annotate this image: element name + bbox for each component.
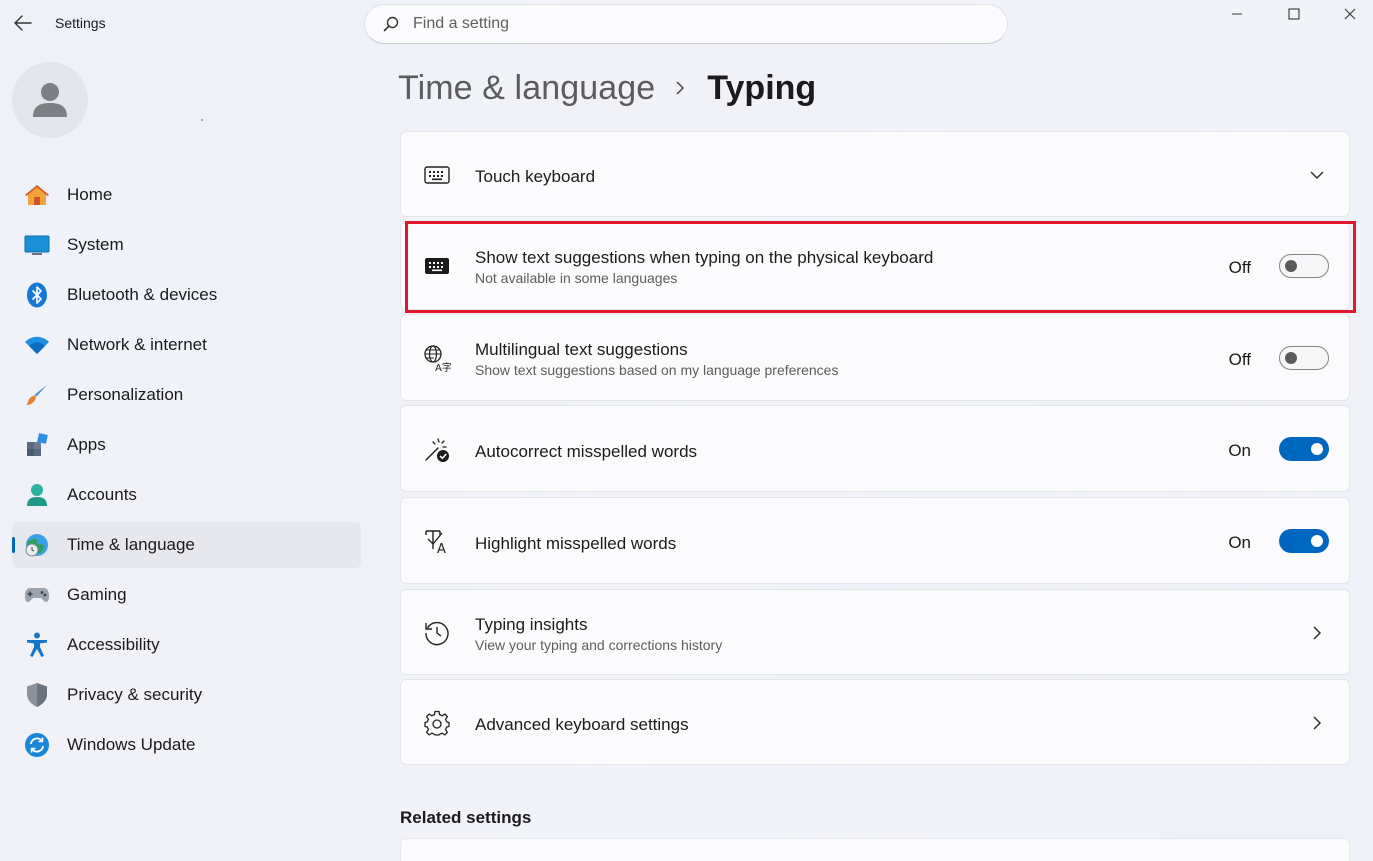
text-suggestions-title: Show text suggestions when typing on the…: [475, 248, 934, 267]
title-bar: Settings: [0, 0, 1373, 48]
back-arrow-icon: [14, 15, 32, 31]
sidebar-item-accessibility[interactable]: Accessibility: [12, 622, 361, 668]
sidebar-item-apps[interactable]: Apps: [12, 422, 361, 468]
autocorrect-row: Autocorrect misspelled words On: [400, 405, 1350, 492]
multilingual-title: Multilingual text suggestions: [475, 340, 688, 359]
touch-keyboard-row[interactable]: Touch keyboard: [400, 131, 1350, 217]
wifi-icon: [24, 332, 50, 358]
breadcrumb: Time & language Typing: [398, 66, 816, 110]
maximize-button[interactable]: [1271, 0, 1317, 28]
search-input[interactable]: [413, 15, 973, 33]
gamepad-icon: [24, 582, 50, 608]
highlight-row: A Highlight misspelled words On: [400, 497, 1350, 584]
toggle-knob: [1311, 443, 1323, 455]
spellcheck-icon: A: [423, 527, 451, 555]
minimize-icon: [1232, 13, 1242, 15]
sidebar-item-accounts[interactable]: Accounts: [12, 472, 361, 518]
app-title: Settings: [55, 15, 106, 31]
search-box[interactable]: [364, 4, 1008, 44]
language-icon: A字: [423, 344, 451, 372]
autocorrect-state: On: [1228, 441, 1251, 460]
history-icon: [423, 619, 451, 647]
close-button[interactable]: [1327, 0, 1373, 28]
advanced-keyboard-row[interactable]: Advanced keyboard settings: [400, 679, 1350, 765]
multilingual-subtitle: Show text suggestions based on my langua…: [475, 362, 839, 378]
highlight-title: Highlight misspelled words: [475, 534, 677, 553]
sidebar-item-bluetooth[interactable]: Bluetooth & devices: [12, 272, 361, 318]
text-suggestions-row: Show text suggestions when typing on the…: [400, 222, 1350, 310]
toggle-knob: [1285, 260, 1297, 272]
home-icon: [24, 182, 50, 208]
sidebar-item-windows-update[interactable]: Windows Update: [12, 722, 361, 768]
text-suggestions-state: Off: [1228, 258, 1251, 277]
globe-clock-icon: [24, 532, 50, 558]
svg-text:A: A: [437, 542, 446, 555]
text-suggestions-toggle[interactable]: [1279, 254, 1329, 278]
sidebar-item-home[interactable]: Home: [12, 172, 361, 218]
sidebar-item-time-language[interactable]: Time & language: [12, 522, 361, 568]
related-settings-heading: Related settings: [400, 808, 532, 827]
keyboard-icon: [423, 161, 451, 189]
sidebar-item-system[interactable]: System: [12, 222, 361, 268]
sidebar-item-privacy[interactable]: Privacy & security: [12, 672, 361, 718]
breadcrumb-parent[interactable]: Time & language: [398, 69, 655, 108]
autocorrect-toggle[interactable]: [1279, 437, 1329, 461]
text-suggestions-subtitle: Not available in some languages: [475, 270, 678, 286]
search-icon: [381, 14, 401, 34]
apps-icon: [24, 432, 50, 458]
chevron-right-icon: [1307, 623, 1327, 643]
maximize-icon: [1288, 8, 1300, 20]
typing-insights-title: Typing insights: [475, 615, 588, 634]
svg-text:A字: A字: [435, 361, 451, 372]
toggle-knob: [1311, 535, 1323, 547]
avatar[interactable]: [12, 62, 88, 138]
multilingual-state: Off: [1228, 350, 1251, 369]
highlight-state: On: [1228, 533, 1251, 552]
multilingual-toggle[interactable]: [1279, 346, 1329, 370]
typing-insights-row[interactable]: Typing insights View your typing and cor…: [400, 589, 1350, 675]
advanced-keyboard-title: Advanced keyboard settings: [475, 715, 689, 734]
system-icon: [24, 232, 50, 258]
multilingual-row: A字 Multilingual text suggestions Show te…: [400, 314, 1350, 401]
chevron-right-icon: [1307, 713, 1327, 733]
accessibility-icon: [24, 632, 50, 658]
update-icon: [24, 732, 50, 758]
back-button[interactable]: [8, 8, 38, 38]
bluetooth-icon: [24, 282, 50, 308]
keyboard-filled-icon: [423, 252, 451, 280]
touch-keyboard-title: Touch keyboard: [475, 167, 596, 186]
highlight-toggle[interactable]: [1279, 529, 1329, 553]
person-icon: [33, 83, 67, 117]
shield-icon: [24, 682, 50, 708]
typing-insights-subtitle: View your typing and corrections history: [475, 637, 723, 653]
brush-icon: [24, 382, 50, 408]
chevron-down-icon[interactable]: [1307, 165, 1327, 185]
sidebar-item-network[interactable]: Network & internet: [12, 322, 361, 368]
account-name-placeholder: [201, 119, 203, 121]
chevron-right-icon: [675, 80, 685, 96]
page-title: Typing: [707, 68, 817, 107]
sidebar-item-gaming[interactable]: Gaming: [12, 572, 361, 618]
minimize-button[interactable]: [1214, 0, 1260, 28]
autocorrect-icon: [423, 436, 451, 464]
sidebar-item-personalization[interactable]: Personalization: [12, 372, 361, 418]
close-icon: [1344, 8, 1356, 20]
autocorrect-title: Autocorrect misspelled words: [475, 442, 698, 461]
gear-icon: [423, 709, 451, 737]
accounts-icon: [24, 482, 50, 508]
toggle-knob: [1285, 352, 1297, 364]
related-settings-card[interactable]: [400, 838, 1350, 861]
sidebar-nav: Home System Bluetooth & devices Network …: [12, 172, 361, 772]
